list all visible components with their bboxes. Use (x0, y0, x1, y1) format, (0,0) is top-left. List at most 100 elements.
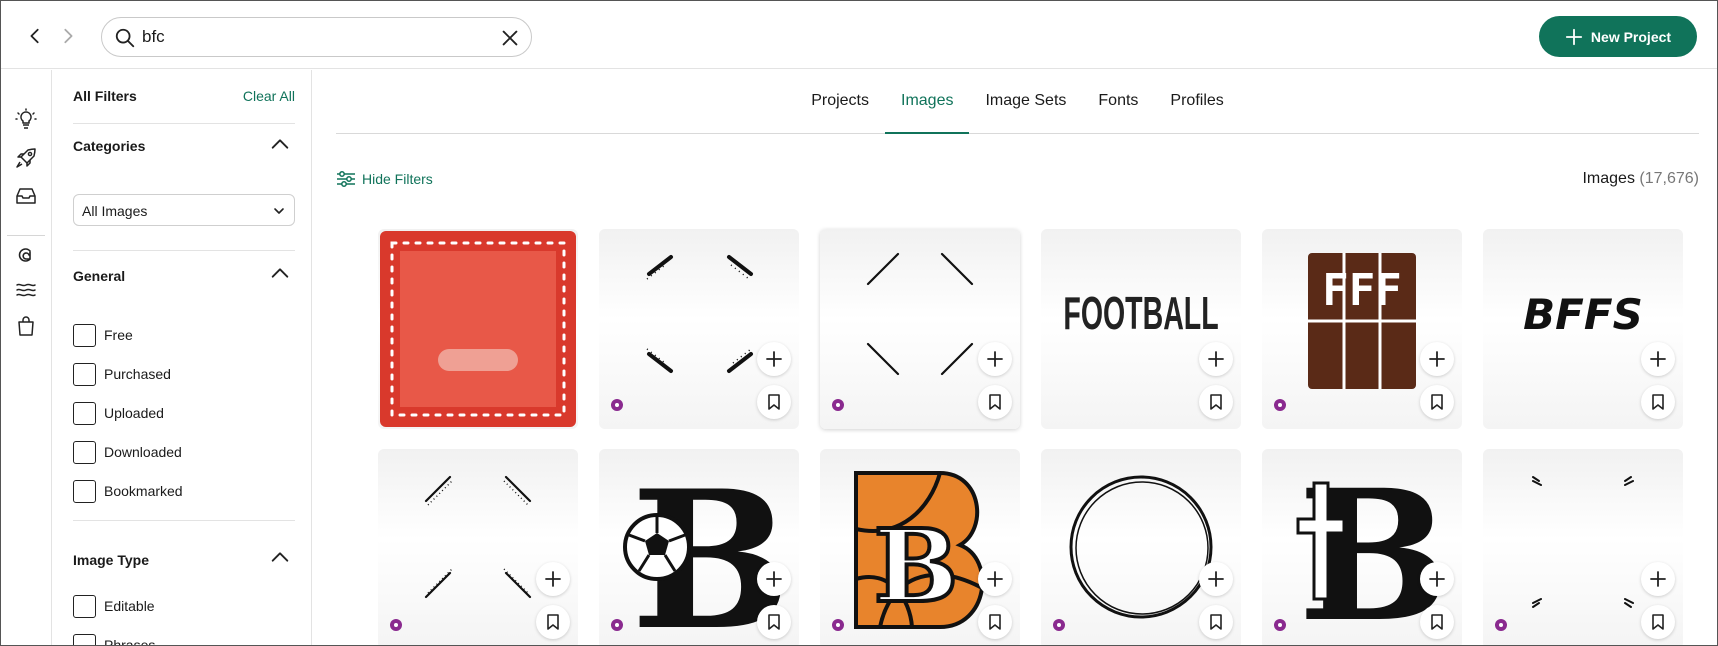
shopping-bag-icon[interactable] (14, 314, 38, 338)
image-card-red-stamp-frame[interactable] (378, 229, 578, 429)
image-card-basketball-b-monogram[interactable]: B (820, 449, 1020, 645)
image-card-dash-corner-frame[interactable] (1483, 449, 1683, 645)
result-tabs: Projects Images Image Sets Fonts Profile… (336, 70, 1699, 134)
premium-badge-icon (1495, 619, 1507, 631)
image-card-circle-frame[interactable] (1041, 449, 1241, 645)
bookmark-button[interactable] (757, 605, 791, 639)
bookmark-button[interactable] (1641, 385, 1675, 419)
tab-images[interactable]: Images (885, 69, 970, 134)
search-icon (115, 28, 135, 48)
add-button[interactable] (1199, 562, 1233, 596)
filter-option-phrases[interactable]: Phrases (73, 633, 156, 646)
option-label: Downloaded (104, 444, 182, 460)
filter-option-free[interactable]: Free (73, 323, 133, 347)
option-label: Free (104, 327, 133, 343)
checkbox[interactable] (73, 594, 96, 618)
forward-arrow-icon[interactable] (55, 23, 81, 49)
filter-option-editable[interactable]: Editable (73, 594, 155, 618)
plus-icon (987, 571, 1003, 587)
chevron-up-icon[interactable] (269, 262, 291, 284)
bookmark-button[interactable] (1420, 605, 1454, 639)
add-button[interactable] (1641, 342, 1675, 376)
plus-icon (766, 351, 782, 367)
add-button[interactable] (1420, 562, 1454, 596)
bookmark-icon (1210, 394, 1222, 410)
category-select[interactable]: All Images (73, 194, 295, 226)
bookmark-button[interactable] (1641, 605, 1675, 639)
bookmark-button[interactable] (978, 605, 1012, 639)
bookmark-icon (1431, 394, 1443, 410)
clear-icon[interactable] (499, 27, 521, 49)
image-card-cross-b-monogram[interactable]: B (1262, 449, 1462, 645)
new-project-label: New Project (1590, 28, 1672, 45)
tab-projects[interactable]: Projects (795, 69, 885, 133)
bookmark-button[interactable] (1199, 605, 1233, 639)
option-label: Phrases (104, 637, 156, 646)
bookmark-button[interactable] (1199, 385, 1233, 419)
plus-icon (987, 351, 1003, 367)
red-stamp-frame-art (380, 231, 576, 427)
add-button[interactable] (978, 342, 1012, 376)
image-card-dotted-corner-frame-2[interactable] (378, 449, 578, 645)
filters-title: All Filters (73, 88, 137, 104)
inbox-icon[interactable] (14, 184, 38, 208)
add-button[interactable] (1420, 342, 1454, 376)
add-button[interactable] (536, 562, 570, 596)
plus-icon (1565, 28, 1583, 45)
filter-option-bookmarked[interactable]: Bookmarked (73, 479, 183, 503)
checkbox[interactable] (73, 633, 96, 645)
image-card-bffs-word[interactable]: BFFS (1483, 229, 1683, 429)
categories-title: Categories (73, 138, 146, 154)
filter-option-purchased[interactable]: Purchased (73, 362, 171, 386)
tab-image-sets[interactable]: Image Sets (969, 69, 1082, 133)
search-input[interactable] (142, 25, 482, 49)
divider (73, 520, 295, 521)
filter-option-uploaded[interactable]: Uploaded (73, 401, 164, 425)
checkbox[interactable] (73, 440, 96, 464)
rocket-icon[interactable] (14, 146, 38, 170)
tab-profiles[interactable]: Profiles (1154, 69, 1239, 133)
plus-icon (1429, 571, 1445, 587)
checkbox[interactable] (73, 479, 96, 503)
general-title: General (73, 268, 126, 284)
divider (73, 123, 295, 124)
premium-badge-icon (611, 399, 623, 411)
add-button[interactable] (757, 342, 791, 376)
clear-all-link[interactable]: Clear All (243, 88, 295, 104)
image-card-dotted-corner-frame[interactable] (599, 229, 799, 429)
main-content: Projects Images Image Sets Fonts Profile… (313, 70, 1717, 645)
checkbox[interactable] (73, 362, 96, 386)
hide-filters-button[interactable]: Hide Filters (336, 170, 433, 188)
option-label: Uploaded (104, 405, 164, 421)
bookmark-button[interactable] (978, 385, 1012, 419)
chevron-up-icon[interactable] (269, 546, 291, 568)
option-label: Editable (104, 598, 155, 614)
checkbox[interactable] (73, 401, 96, 425)
chevron-up-icon[interactable] (269, 133, 291, 155)
divider (73, 250, 295, 251)
add-button[interactable] (757, 562, 791, 596)
lightbulb-icon[interactable] (14, 108, 38, 132)
premium-badge-icon (1274, 399, 1286, 411)
image-card-soccer-ball-b-monogram[interactable]: B (599, 449, 799, 645)
back-arrow-icon[interactable] (22, 23, 48, 49)
add-button[interactable] (1641, 562, 1675, 596)
add-button[interactable] (978, 562, 1012, 596)
image-card-fff-chocolate-bar[interactable]: FFF (1262, 229, 1462, 429)
rail-divider (7, 235, 45, 236)
bookmark-button[interactable] (536, 605, 570, 639)
image-card-football-word[interactable]: FOOTBALL (1041, 229, 1241, 429)
cricut-icon[interactable] (14, 242, 38, 266)
bookmark-button[interactable] (1420, 385, 1454, 419)
filter-option-downloaded[interactable]: Downloaded (73, 440, 182, 464)
image-card-line-corner-frame[interactable] (820, 229, 1020, 429)
plus-icon (1208, 351, 1224, 367)
checkbox[interactable] (73, 323, 96, 347)
waves-icon[interactable] (14, 278, 38, 302)
card-art-text: FOOTBALL (1063, 288, 1218, 340)
card-art-text: B (874, 507, 959, 625)
bookmark-button[interactable] (757, 385, 791, 419)
add-button[interactable] (1199, 342, 1233, 376)
tab-fonts[interactable]: Fonts (1082, 69, 1154, 133)
new-project-button[interactable]: New Project (1539, 16, 1697, 57)
